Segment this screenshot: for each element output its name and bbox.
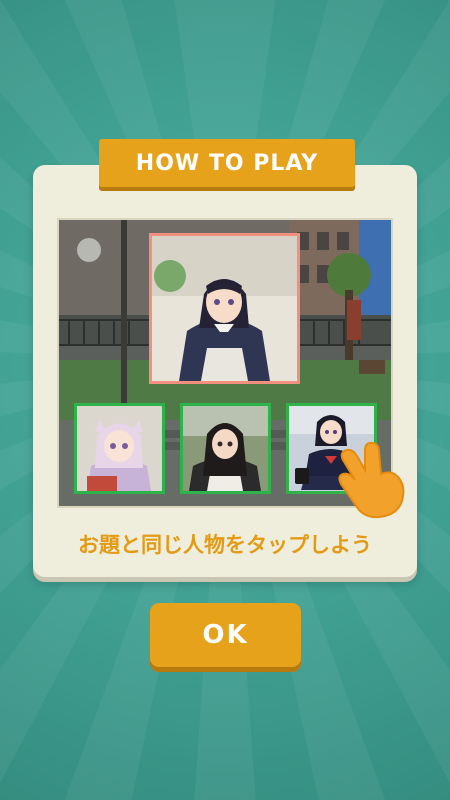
- choice-character-image: [77, 406, 162, 491]
- choice-card-1[interactable]: [74, 403, 165, 494]
- dialog-title-banner: HOW TO PLAY: [99, 139, 355, 187]
- target-character-image: [152, 236, 297, 381]
- dialog-title: HOW TO PLAY: [135, 150, 319, 176]
- ok-button[interactable]: OK: [150, 603, 301, 667]
- ok-button-label: OK: [202, 620, 249, 650]
- target-character-portrait: [149, 233, 300, 384]
- tap-hand-icon: [335, 440, 409, 524]
- instruction-text: お題と同じ人物をタップしよう: [78, 533, 372, 557]
- choice-character-image: [183, 406, 268, 491]
- choice-card-2[interactable]: [180, 403, 271, 494]
